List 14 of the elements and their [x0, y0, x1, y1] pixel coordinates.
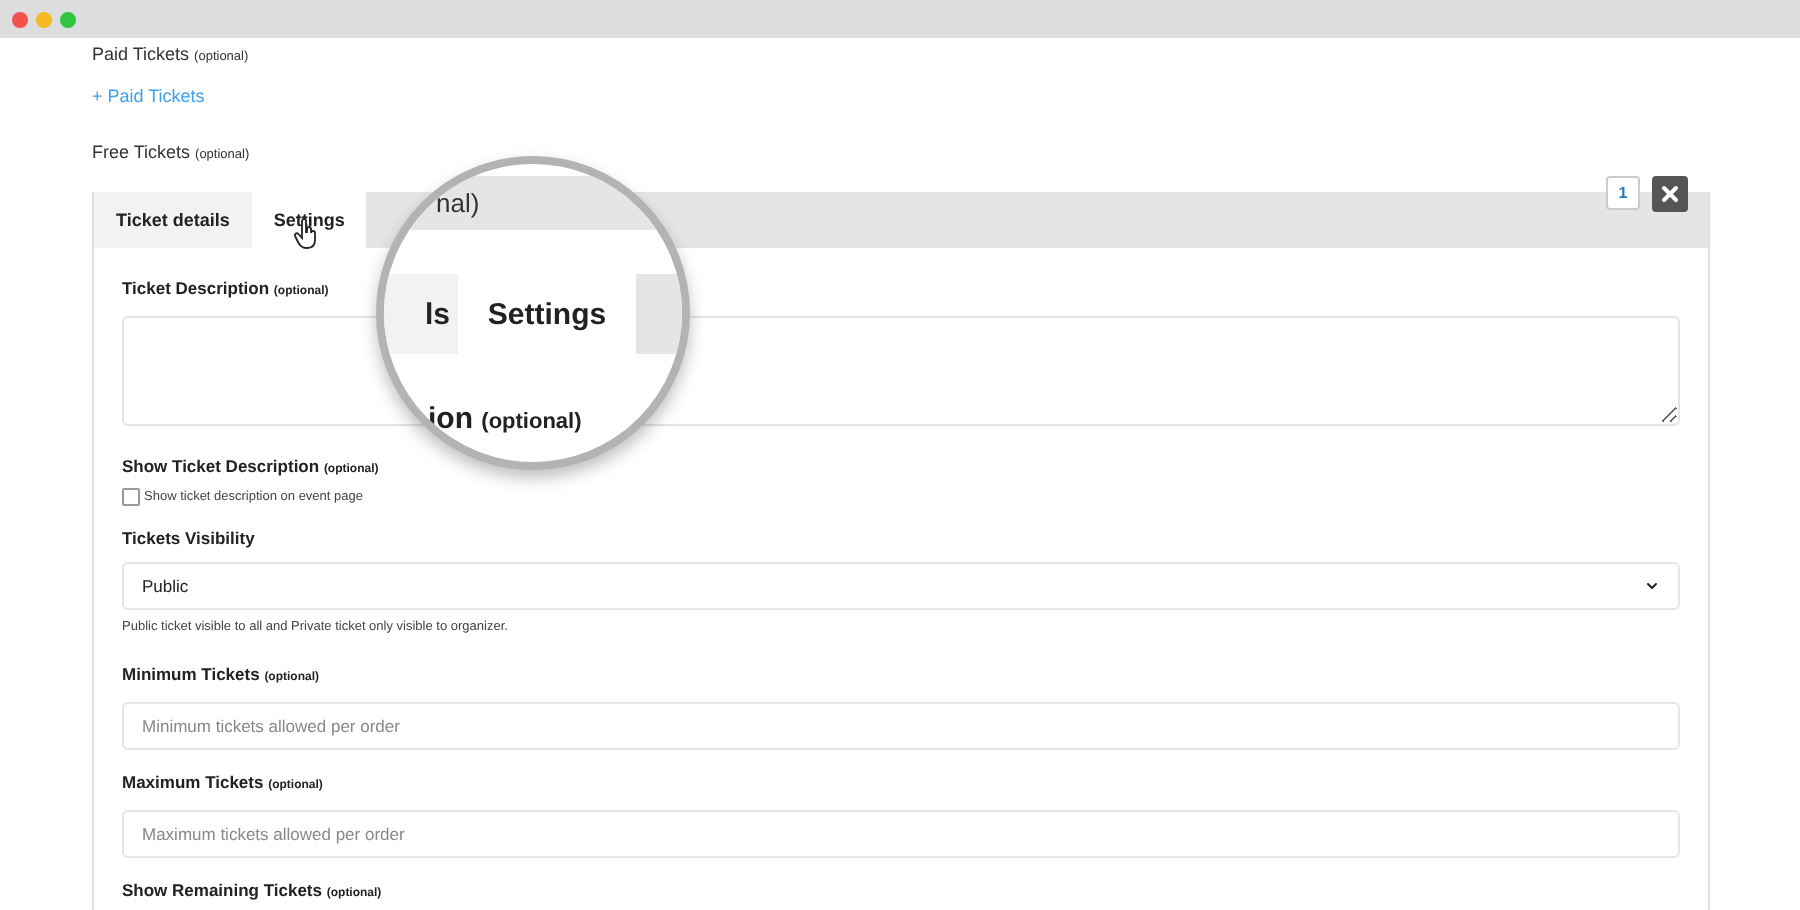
close-icon: [1658, 182, 1682, 206]
close-button[interactable]: [1652, 176, 1688, 212]
maximize-window-icon[interactable]: [60, 11, 76, 27]
field-label: Tickets Visibility: [122, 526, 255, 550]
checkbox[interactable]: [122, 488, 140, 506]
close-window-icon[interactable]: [12, 11, 28, 27]
tab[interactable]: Ticket details: [94, 192, 252, 248]
ticket-count: 1: [1606, 176, 1640, 210]
input-field[interactable]: Maximum tickets allowed per order: [122, 810, 1680, 858]
chevron-down-icon: [1644, 578, 1660, 594]
input-field[interactable]: Minimum tickets allowed per order: [122, 702, 1680, 750]
magnified-text: nal): [436, 188, 480, 218]
minimize-window-icon[interactable]: [36, 11, 52, 27]
visibility-select[interactable]: Public: [122, 562, 1680, 610]
